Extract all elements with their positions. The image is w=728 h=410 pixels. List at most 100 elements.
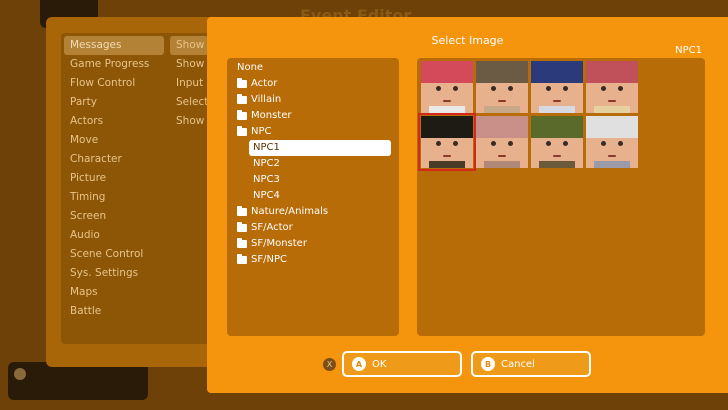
folder-item[interactable]: NPC <box>237 124 272 140</box>
face-thumbnail[interactable] <box>531 61 583 113</box>
image-folder-tree: None Actor Villain Monster NPC NPC1 NPC2 NPC3 NP… <box>227 58 399 336</box>
face-shirt <box>484 161 520 168</box>
tree-item-label: Monster <box>251 110 292 121</box>
face-eye <box>491 86 496 91</box>
cancel-button[interactable]: B Cancel <box>471 351 591 377</box>
face-thumbnail[interactable] <box>418 113 476 171</box>
folder-item[interactable]: SF/NPC <box>237 252 287 268</box>
face-eye <box>436 141 441 146</box>
folder-icon <box>237 94 247 104</box>
face-shirt <box>484 106 520 113</box>
folder-item[interactable]: Villain <box>237 92 281 108</box>
a-button-icon: A <box>352 357 366 371</box>
tree-item-label: NPC3 <box>253 174 280 185</box>
file-item[interactable]: NPC2 <box>253 156 280 172</box>
face-thumbnail[interactable] <box>421 61 473 113</box>
category-item[interactable]: Scene Control <box>64 245 164 264</box>
face-thumbnail[interactable] <box>531 116 583 168</box>
face-mouth <box>553 100 561 102</box>
category-list: Messages Game Progress Flow Control Party Ac… <box>64 36 164 321</box>
face-hair <box>421 61 473 83</box>
category-item[interactable]: Messages <box>64 36 164 55</box>
face-eye <box>491 141 496 146</box>
category-item[interactable]: Picture <box>64 169 164 188</box>
face-thumbnail[interactable] <box>476 116 528 168</box>
face-eye <box>546 141 551 146</box>
folder-item[interactable]: Nature/Animals <box>237 204 328 220</box>
folder-icon <box>237 78 247 88</box>
file-item[interactable]: NPC4 <box>253 188 280 204</box>
category-item[interactable]: Actors <box>64 112 164 131</box>
category-item[interactable]: Audio <box>64 226 164 245</box>
face-mouth <box>553 155 561 157</box>
face-eye <box>601 141 606 146</box>
current-image-name: NPC1 <box>675 45 702 56</box>
face-mouth <box>608 100 616 102</box>
category-item[interactable]: Sys. Settings <box>64 264 164 283</box>
b-button-icon: B <box>481 357 495 371</box>
category-item[interactable]: Game Progress <box>64 55 164 74</box>
minus-icon <box>14 368 26 380</box>
tree-item-label: NPC1 <box>253 142 280 153</box>
face-shirt <box>539 161 575 168</box>
face-hair <box>476 61 528 83</box>
tree-item-label: Villain <box>251 94 282 105</box>
face-mouth <box>498 155 506 157</box>
folder-item[interactable]: SF/Actor <box>237 220 293 236</box>
ok-button[interactable]: A OK <box>342 351 462 377</box>
tree-item-label: Nature/Animals <box>251 206 329 217</box>
category-item[interactable]: Screen <box>64 207 164 226</box>
face-eye <box>563 86 568 91</box>
folder-icon <box>237 126 247 136</box>
folder-item[interactable]: Actor <box>237 76 277 92</box>
face-thumbnail[interactable] <box>586 116 638 168</box>
face-eye <box>618 141 623 146</box>
face-shirt <box>594 106 630 113</box>
face-mouth <box>498 100 506 102</box>
file-item[interactable]: NPC1 <box>249 140 391 156</box>
tree-item-label: None <box>237 62 264 73</box>
tree-item-label: SF/Actor <box>251 222 293 233</box>
face-hair <box>586 61 638 83</box>
category-item[interactable]: Party <box>64 93 164 112</box>
face-shirt <box>429 161 465 168</box>
face-hair <box>586 116 638 138</box>
face-hair <box>531 116 583 138</box>
cancel-label: Cancel <box>501 358 535 370</box>
tree-item-label: SF/Monster <box>251 238 307 249</box>
folder-item[interactable]: SF/Monster <box>237 236 307 252</box>
category-item[interactable]: Character <box>64 150 164 169</box>
folder-icon <box>237 238 247 248</box>
face-eye <box>508 141 513 146</box>
face-thumbnail[interactable] <box>476 61 528 113</box>
category-item[interactable]: Battle <box>64 302 164 321</box>
face-shirt <box>429 106 465 113</box>
tree-item-label: NPC <box>251 126 272 137</box>
folder-item[interactable]: Monster <box>237 108 291 124</box>
category-item[interactable]: Move <box>64 131 164 150</box>
folder-icon <box>237 222 247 232</box>
face-hair <box>531 61 583 83</box>
tree-item-label: NPC4 <box>253 190 280 201</box>
ok-label: OK <box>372 358 387 370</box>
face-eye <box>453 86 458 91</box>
folder-icon <box>237 254 247 264</box>
face-eye <box>546 86 551 91</box>
tree-item-label: Actor <box>251 78 278 89</box>
category-item[interactable]: Maps <box>64 283 164 302</box>
tree-item-label: SF/NPC <box>251 254 287 265</box>
folder-icon <box>237 110 247 120</box>
category-item[interactable]: Flow Control <box>64 74 164 93</box>
face-thumbnail[interactable] <box>586 61 638 113</box>
command-item[interactable]: Show <box>170 36 208 55</box>
face-eye <box>601 86 606 91</box>
face-eye <box>508 86 513 91</box>
folder-icon <box>237 206 247 216</box>
category-item[interactable]: Timing <box>64 188 164 207</box>
file-item[interactable]: NPC3 <box>253 172 280 188</box>
file-item[interactable]: None <box>237 60 263 76</box>
face-shirt <box>594 161 630 168</box>
face-hair <box>421 116 473 138</box>
x-button-hint-icon: X <box>323 358 336 371</box>
image-gallery <box>417 58 705 336</box>
